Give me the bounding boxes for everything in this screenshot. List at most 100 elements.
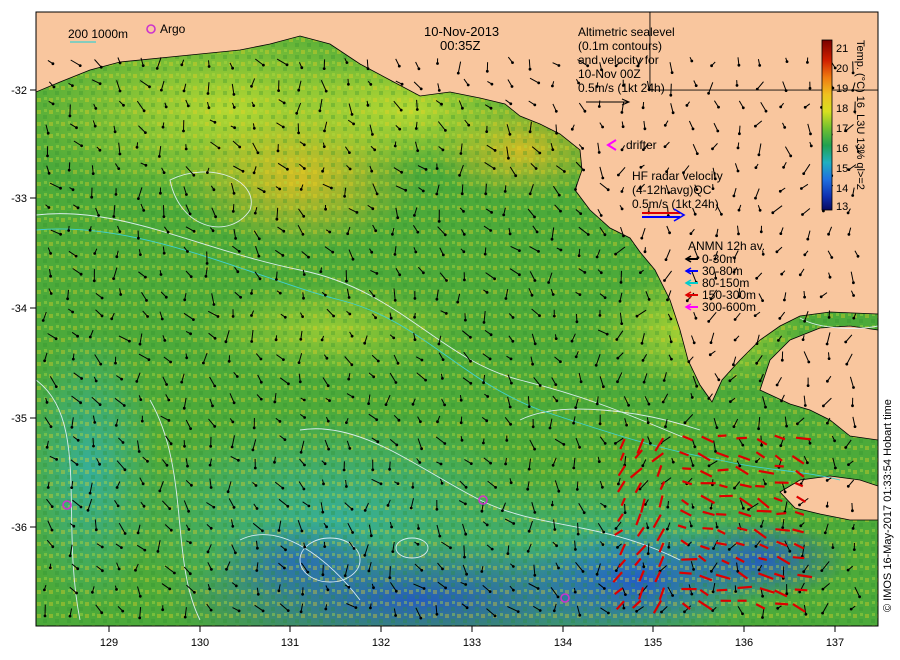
current-vector-head: [207, 65, 211, 68]
current-vector-head: [667, 545, 671, 549]
current-vector-head: [710, 569, 713, 573]
current-vector-head: [186, 464, 189, 468]
current-vector-head: [779, 105, 783, 109]
current-vector-head: [733, 318, 737, 321]
current-vector-head: [579, 380, 583, 384]
current-vector-head: [226, 490, 230, 494]
current-vector-head: [707, 464, 711, 468]
current-vector-head: [256, 592, 260, 596]
current-vector-head: [303, 416, 306, 419]
current-vector-head: [806, 61, 809, 64]
current-vector-head: [846, 568, 850, 572]
x-tick-label: 129: [100, 637, 118, 649]
current-vector-head: [733, 338, 737, 342]
current-vector-head: [323, 545, 327, 548]
current-vector-head: [206, 92, 210, 95]
current-vector-head: [397, 418, 401, 422]
current-vector-head: [145, 299, 148, 302]
current-vector-head: [169, 528, 173, 532]
current-vector-head: [166, 230, 170, 234]
current-vector-head: [501, 509, 504, 512]
current-vector-head: [93, 252, 97, 255]
current-vector-head: [483, 252, 487, 256]
current-vector-head: [535, 230, 539, 234]
current-vector-head: [376, 359, 380, 363]
current-vector-head: [601, 543, 605, 546]
current-vector-head: [489, 333, 493, 337]
current-vector-head: [754, 196, 757, 200]
current-vector-head: [849, 607, 853, 611]
current-vector-head: [825, 479, 829, 482]
current-vector-head: [443, 442, 447, 445]
current-vector-head: [45, 401, 49, 404]
current-vector-head: [422, 587, 426, 590]
current-vector-head: [441, 148, 445, 152]
current-vector-head: [627, 403, 630, 407]
current-vector-head: [851, 527, 855, 530]
current-vector-head: [367, 569, 371, 573]
current-vector-head: [231, 66, 235, 70]
current-vector-head: [45, 445, 49, 449]
current-vector-head: [117, 567, 121, 571]
current-vector-head: [257, 254, 261, 258]
current-vector-head: [563, 170, 566, 173]
current-vector-head: [511, 339, 515, 343]
current-vector-head: [207, 106, 211, 110]
current-vector-head: [49, 252, 52, 255]
current-vector-head: [275, 278, 278, 281]
current-vector-head: [400, 170, 403, 174]
current-vector-head: [689, 524, 693, 528]
current-vector-head: [578, 613, 582, 617]
current-vector-head: [783, 126, 787, 129]
current-vector-head: [603, 442, 607, 445]
current-vector-head: [557, 566, 560, 570]
current-vector-head: [233, 126, 237, 130]
current-vector-head: [489, 461, 492, 465]
current-vector-head: [597, 151, 601, 154]
current-vector-head: [213, 425, 217, 428]
map-time: 00:35Z: [440, 38, 481, 53]
current-vector-head: [514, 174, 518, 178]
current-vector-head: [853, 425, 857, 428]
current-vector-head: [398, 273, 402, 277]
hf-radar-note: HF radar velocity (4-12h avg)QC 0.5m/s (…: [632, 169, 723, 211]
current-vector-head: [182, 406, 186, 410]
hf-radar-vector: [792, 556, 805, 560]
current-vector-head: [489, 106, 493, 110]
current-vector-head: [614, 442, 617, 445]
current-vector-head: [115, 255, 119, 259]
current-vector-head: [282, 229, 286, 233]
current-vector-head: [209, 526, 213, 530]
current-vector-head: [771, 211, 775, 215]
current-vector-head: [138, 594, 142, 598]
current-vector-head: [115, 588, 118, 591]
current-vector-head: [253, 466, 257, 470]
current-vector-head: [845, 362, 849, 366]
current-vector-head: [435, 507, 439, 511]
current-vector-head: [666, 505, 670, 509]
current-vector-head: [761, 252, 765, 256]
current-vector-head: [690, 592, 694, 596]
current-vector-head: [94, 379, 98, 383]
current-vector-head: [115, 486, 119, 489]
current-vector-head: [508, 405, 512, 409]
current-vector-head: [711, 187, 715, 191]
current-vector-head: [599, 214, 603, 217]
current-vector-head: [43, 359, 46, 363]
current-vector-head: [413, 297, 417, 300]
current-vector-head: [574, 355, 578, 359]
current-vector-head: [764, 482, 767, 486]
current-vector-head: [443, 233, 447, 237]
current-vector-head: [76, 567, 80, 571]
current-vector-head: [577, 254, 581, 258]
x-tick-label: 136: [735, 637, 753, 649]
current-vector-head: [366, 103, 370, 107]
current-vector-head: [348, 312, 352, 316]
current-vector-head: [736, 146, 740, 150]
current-vector-head: [161, 608, 165, 612]
current-vector-head: [274, 338, 278, 342]
current-vector-head: [322, 145, 326, 149]
current-vector-head: [43, 614, 47, 618]
current-vector-head: [185, 193, 188, 196]
current-vector-head: [437, 342, 441, 346]
